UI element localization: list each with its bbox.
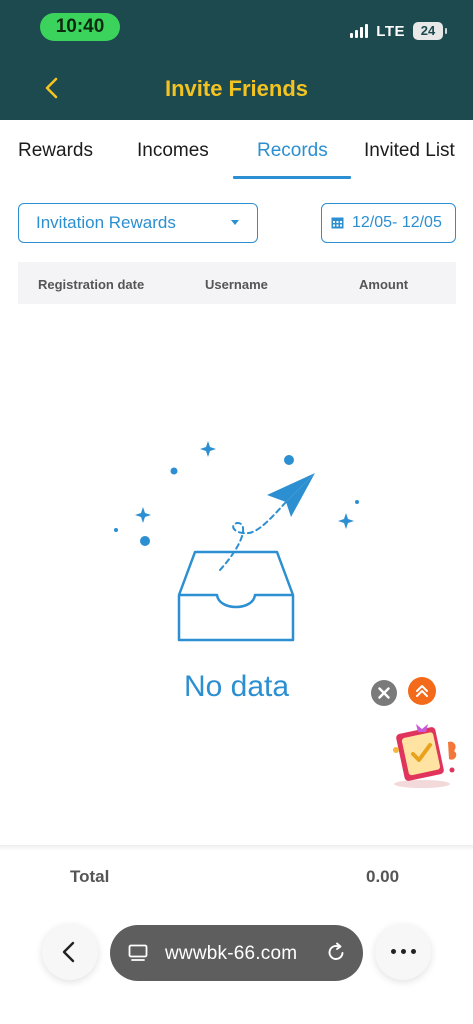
tab-incomes[interactable]: Incomes — [137, 140, 209, 162]
calendar-icon — [331, 217, 344, 229]
active-tab-indicator — [233, 176, 351, 179]
battery-icon: 24 — [413, 22, 447, 40]
tab-bar: Rewards Incomes Records Invited List — [0, 120, 473, 180]
page-icon — [128, 944, 148, 961]
chevron-down-icon — [231, 220, 239, 225]
address-bar[interactable]: wwwbk-66.com — [110, 925, 363, 981]
reward-type-select[interactable]: Invitation Rewards — [18, 203, 258, 243]
records-table-header: Registration date Username Amount — [18, 262, 456, 304]
footer-divider — [0, 845, 473, 851]
date-range-picker[interactable]: 12/05- 12/05 — [321, 203, 456, 243]
tab-records[interactable]: Records — [257, 140, 328, 162]
status-indicators: LTE 24 — [350, 20, 447, 42]
app-header: 10:40 LTE 24 Invite Friends — [0, 0, 473, 120]
double-chevron-up-icon[interactable] — [408, 677, 436, 705]
gift-book-icon[interactable] — [386, 720, 462, 790]
tab-rewards[interactable]: Rewards — [18, 140, 93, 162]
url-text: wwwbk-66.com — [165, 943, 298, 964]
close-icon[interactable] — [371, 680, 397, 706]
reload-icon[interactable] — [325, 941, 347, 963]
network-label: LTE — [376, 22, 405, 40]
column-amount: Amount — [359, 277, 409, 292]
page-title: Invite Friends — [164, 76, 309, 101]
more-dots-icon — [391, 949, 416, 954]
empty-inbox-paper-plane-icon — [114, 441, 359, 642]
signal-icon — [350, 24, 369, 38]
column-username: Username — [205, 277, 268, 292]
reward-type-value: Invitation Rewards — [36, 213, 176, 232]
column-registration-date: Registration date — [38, 277, 145, 292]
browser-more-button[interactable] — [375, 924, 431, 980]
chevron-left-icon — [62, 941, 75, 963]
total-value: 0.00 — [366, 867, 400, 886]
browser-back-button[interactable] — [42, 924, 98, 980]
status-time: 10:40 — [40, 13, 120, 41]
empty-state-text: No data — [183, 670, 290, 703]
total-label: Total — [70, 867, 110, 886]
tab-invited-list[interactable]: Invited List — [364, 140, 455, 162]
date-range-value: 12/05- 12/05 — [352, 214, 442, 231]
